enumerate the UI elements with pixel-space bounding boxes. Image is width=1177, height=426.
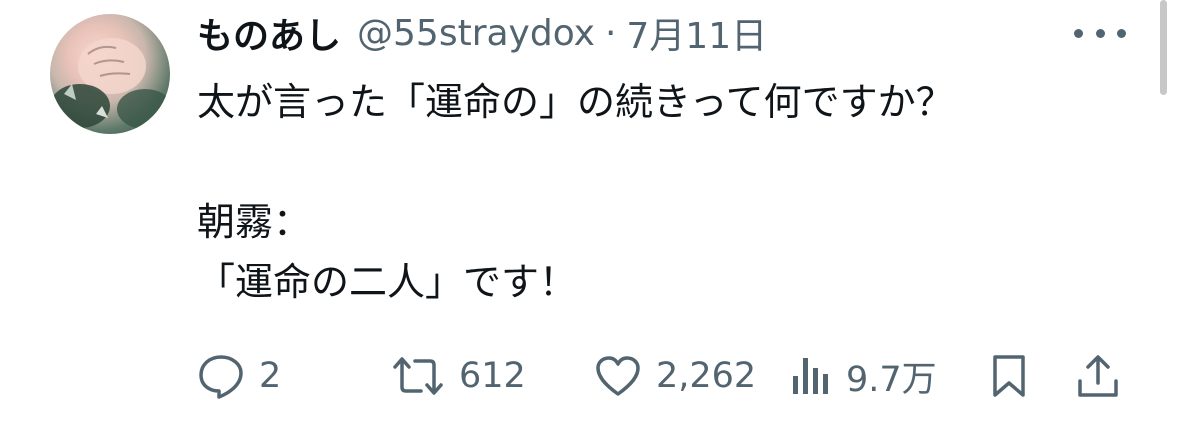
bookmark-icon <box>993 355 1025 397</box>
more-dot <box>1095 28 1105 38</box>
scrollbar[interactable] <box>1160 0 1167 95</box>
more-dot <box>1074 28 1083 38</box>
tweet-text-line: 朝霧： <box>197 200 312 244</box>
tweet-header: ものあし @55straydox · 7月11日 <box>197 8 767 58</box>
reply-icon <box>199 355 243 399</box>
more-icon[interactable] <box>1074 18 1126 48</box>
views-button[interactable]: 9.7万 <box>790 346 937 406</box>
tweet-text-line <box>197 132 1097 192</box>
tweet-text: 太が言った「運命の」の続きって何ですか？ 朝霧： 「運命の二人」です！ <box>197 72 1097 312</box>
bookmark-button[interactable] <box>989 346 1029 406</box>
separator-dot: · <box>604 12 617 54</box>
tweet-date[interactable]: 7月11日 <box>626 7 767 59</box>
retweet-count: 612 <box>459 356 526 396</box>
tweet: ものあし @55straydox · 7月11日 太が言った「運命の」の続きって… <box>0 0 1177 426</box>
heart-icon <box>596 356 640 396</box>
share-icon <box>1078 355 1118 397</box>
share-button[interactable] <box>1075 346 1121 406</box>
avatar[interactable] <box>50 14 170 134</box>
view-count: 9.7万 <box>846 359 937 400</box>
avatar-image <box>50 38 170 129</box>
like-count: 2,262 <box>656 356 757 396</box>
tweet-text-line: 「運命の二人」です！ <box>197 260 578 304</box>
like-button[interactable]: 2,262 <box>594 346 756 406</box>
tweet-actions: 2 612 2,262 9.7万 <box>197 346 1127 406</box>
retweet-icon <box>393 357 443 395</box>
reply-button[interactable]: 2 <box>197 346 281 406</box>
more-dot <box>1117 28 1126 38</box>
retweet-button[interactable]: 612 <box>391 346 526 406</box>
reply-count: 2 <box>259 356 282 396</box>
user-handle[interactable]: @55straydox <box>357 13 595 54</box>
tweet-text-line: 太が言った「運命の」の続きって何ですか？ <box>197 80 954 124</box>
display-name[interactable]: ものあし <box>197 7 341 59</box>
views-icon <box>793 358 828 394</box>
